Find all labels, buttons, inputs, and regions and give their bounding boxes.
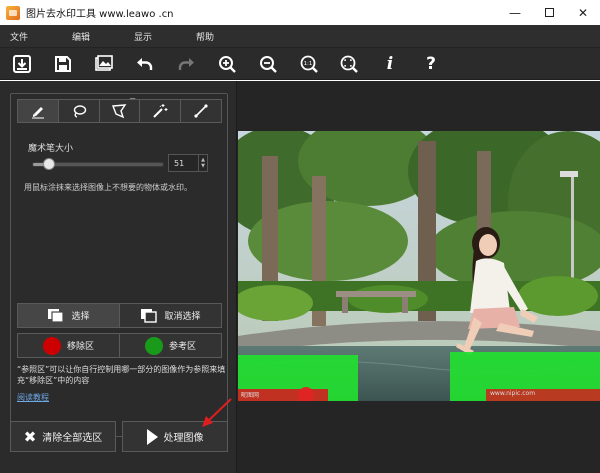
menu-edit[interactable]: 编辑 xyxy=(72,30,90,43)
menu-view[interactable]: 显示 xyxy=(134,30,152,43)
maximize-button[interactable] xyxy=(532,0,566,25)
tab-line[interactable] xyxy=(180,99,222,123)
fit-button[interactable] xyxy=(338,53,360,75)
stepper-down-icon[interactable]: ▼ xyxy=(201,163,205,169)
tab-magic-wand[interactable] xyxy=(139,99,182,123)
actual-size-label: 1:1 xyxy=(304,61,313,67)
maximize-icon xyxy=(544,8,554,17)
deselect-button[interactable]: 取消选择 xyxy=(119,303,222,328)
close-button[interactable]: ✕ xyxy=(566,0,600,25)
slider-thumb[interactable] xyxy=(42,158,55,170)
menu-file[interactable]: 文件 xyxy=(10,30,28,43)
watermark-text-2: www.nipic.com xyxy=(490,390,536,397)
tool-panel: 工具 魔术笔大小 51 ▲ ▼ 用鼠标涂抹来选择图像上不想要的物体或水印。 xyxy=(0,81,236,473)
area-row: 移除区 参考区 xyxy=(17,333,222,358)
import-icon xyxy=(13,55,31,73)
zoom-in-button[interactable] xyxy=(216,53,238,75)
image-icon xyxy=(95,55,113,71)
brush-hint: 用鼠标涂抹来选择图像上不想要的物体或水印。 xyxy=(24,183,192,192)
tool-tabs xyxy=(17,99,222,123)
annotation-arrow-icon xyxy=(202,398,232,427)
pen-icon xyxy=(31,107,44,119)
reference-area-dot-icon xyxy=(144,336,163,355)
polygon-icon xyxy=(112,104,127,119)
photo-preview[interactable]: 昵图网 www.nipic.com xyxy=(238,131,600,401)
zoom-out-button[interactable] xyxy=(257,53,279,75)
zoom-out-icon xyxy=(260,56,277,73)
import-button[interactable] xyxy=(11,53,33,75)
title-bar: 图片去水印工具 www.leawo .cn — ✕ xyxy=(0,0,600,25)
window-title: 图片去水印工具 www.leawo .cn xyxy=(26,9,174,20)
save-icon xyxy=(55,56,71,72)
photo-image xyxy=(238,131,600,401)
help-button[interactable]: ? xyxy=(420,53,442,75)
tutorial-link[interactable]: 阅读教程 xyxy=(17,392,49,403)
brush-size-value: 51 xyxy=(174,158,185,168)
minimize-icon: — xyxy=(509,5,521,20)
tab-polygon[interactable] xyxy=(98,99,141,123)
remove-area-button[interactable]: 移除区 xyxy=(17,333,120,358)
minimize-button[interactable]: — xyxy=(498,0,532,25)
redo-icon xyxy=(178,58,194,70)
select-button[interactable]: 选择 xyxy=(17,303,120,328)
actual-size-icon: 1:1 xyxy=(300,55,318,73)
reference-area-button[interactable]: 参考区 xyxy=(119,333,222,358)
brush-size-stepper[interactable]: 51 ▲ ▼ xyxy=(168,154,208,172)
zoom-in-icon xyxy=(219,56,236,73)
actual-size-button[interactable]: 1:1 xyxy=(298,53,320,75)
redo-button[interactable] xyxy=(175,53,197,75)
image-canvas[interactable]: 昵图网 www.nipic.com xyxy=(236,81,600,473)
info-button[interactable]: i xyxy=(379,53,401,75)
menu-help[interactable]: 帮助 xyxy=(196,30,214,43)
tab-pen[interactable] xyxy=(17,99,59,123)
clear-x-icon: ✖ xyxy=(23,427,37,446)
close-icon: ✕ xyxy=(577,5,589,20)
toolbar: 1:1 i ? xyxy=(0,48,600,80)
line-icon xyxy=(194,104,208,118)
deselect-label: 取消选择 xyxy=(164,312,201,322)
info-icon: i xyxy=(386,54,394,74)
selection-row: 选择 取消选择 xyxy=(17,303,222,328)
play-icon xyxy=(146,428,158,445)
app-logo-icon xyxy=(6,5,20,20)
watermark-text: 昵图网 xyxy=(241,392,260,399)
select-label: 选择 xyxy=(71,312,90,322)
brush-size-slider[interactable] xyxy=(32,158,164,170)
process-image-label: 处理图像 xyxy=(163,433,204,444)
remove-area-dot-icon xyxy=(42,336,61,355)
remove-area-label: 移除区 xyxy=(66,342,94,352)
deselect-icon xyxy=(141,308,158,323)
image-button[interactable] xyxy=(93,53,115,75)
help-icon: ? xyxy=(426,54,436,74)
undo-icon xyxy=(137,58,153,70)
save-button[interactable] xyxy=(52,53,74,75)
clear-all-label: 清除全部选区 xyxy=(42,433,103,444)
reference-area-label: 参考区 xyxy=(168,342,196,352)
fit-icon xyxy=(340,55,358,73)
tab-lasso[interactable] xyxy=(57,99,100,123)
clear-all-selection-button[interactable]: ✖ 清除全部选区 xyxy=(10,421,116,452)
reference-description: “参照区”可以让你自行控制用哪一部分的图像作为参照来填充“移除区”中的内容 xyxy=(17,365,226,385)
magic-wand-icon xyxy=(153,104,168,118)
undo-button[interactable] xyxy=(134,53,156,75)
select-icon xyxy=(48,308,65,323)
brush-size-label: 魔术笔大小 xyxy=(28,144,74,154)
menu-bar: 文件 编辑 显示 帮助 xyxy=(0,25,600,48)
lasso-icon xyxy=(73,105,86,118)
